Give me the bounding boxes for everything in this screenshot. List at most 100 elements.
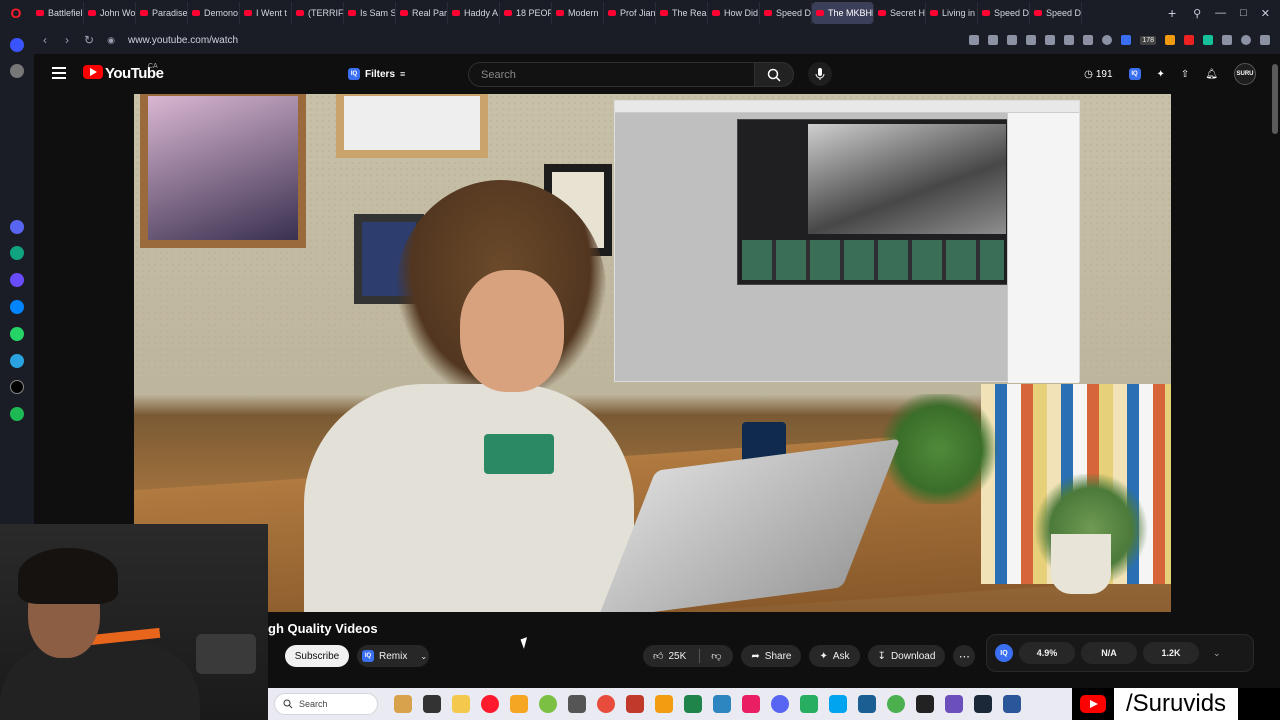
search-button[interactable] — [754, 62, 794, 87]
edit-icon[interactable] — [969, 35, 980, 45]
x-icon[interactable] — [10, 380, 24, 394]
filters-button[interactable]: IQ Filters ≡ — [348, 63, 405, 85]
shield-icon[interactable] — [1007, 35, 1018, 45]
browser-tab[interactable]: (TERRIFY — [292, 2, 344, 24]
obs-icon[interactable] — [597, 695, 615, 713]
star-icon[interactable] — [10, 64, 24, 78]
browser-tab[interactable]: Speed D — [760, 2, 812, 24]
steam-icon[interactable] — [974, 695, 992, 713]
new-tab-icon[interactable]: + — [1161, 5, 1183, 21]
extension-icon[interactable] — [1121, 35, 1132, 45]
browser-tab[interactable]: Speed D — [978, 2, 1030, 24]
puzzle-icon[interactable] — [1222, 35, 1232, 45]
widget-icon[interactable] — [394, 695, 412, 713]
whatsapp-icon[interactable] — [10, 327, 24, 341]
play-icon[interactable] — [1026, 35, 1037, 45]
spotify-icon[interactable] — [10, 407, 24, 421]
browser-tab[interactable]: Demono — [188, 2, 240, 24]
browser-tab[interactable]: Paradise — [136, 2, 188, 24]
browser-tab[interactable]: Living in — [926, 2, 978, 24]
browser-tab[interactable]: Real Para — [396, 2, 448, 24]
youtube-ext-icon[interactable] — [1184, 35, 1194, 45]
browser-tab[interactable]: 18 PEOP — [500, 2, 552, 24]
watch-counter[interactable]: ◷ 191 — [1084, 69, 1112, 80]
hamburger-menu-icon[interactable] — [52, 67, 66, 79]
vlc-icon[interactable] — [655, 695, 673, 713]
app-icon[interactable] — [945, 695, 963, 713]
remix-button[interactable]: IQ Remix ⌄ — [357, 645, 429, 667]
browser-tab[interactable]: Prof Jian — [604, 2, 656, 24]
profile-icon[interactable] — [1102, 35, 1113, 45]
minimize-icon[interactable]: — — [1215, 7, 1226, 20]
maximize-icon[interactable]: □ — [1240, 7, 1247, 20]
menu-icon[interactable] — [1064, 35, 1075, 45]
browser-tab[interactable]: The MKBHD — [812, 2, 874, 24]
browser-tab[interactable]: Speed D — [1030, 2, 1082, 24]
x-icon[interactable] — [916, 695, 934, 713]
download-icon[interactable] — [1083, 35, 1094, 45]
app-icon[interactable] — [539, 695, 557, 713]
notifications-bell-icon[interactable]: 🔔︎ — [1205, 69, 1218, 80]
app-icon[interactable] — [742, 695, 760, 713]
bolt-icon[interactable] — [510, 695, 528, 713]
app-icon[interactable] — [1003, 695, 1021, 713]
extension-icon[interactable] — [10, 273, 24, 287]
heart-icon[interactable] — [1045, 35, 1056, 45]
back-icon[interactable]: ‹ — [34, 33, 56, 47]
app-icon[interactable] — [829, 695, 847, 713]
app-icon[interactable] — [626, 695, 644, 713]
home-icon[interactable] — [10, 38, 24, 52]
voice-search-button[interactable] — [808, 62, 832, 86]
like-button[interactable]: 👍︎ 25K 👎︎ — [643, 645, 734, 667]
download-button[interactable]: ↧ Download — [867, 645, 946, 667]
file-explorer-icon[interactable] — [452, 695, 470, 713]
taskbar-search[interactable]: Search — [274, 693, 378, 715]
browser-tab[interactable]: Modern — [552, 2, 604, 24]
browser-tab[interactable]: Haddy A — [448, 2, 500, 24]
aria-icon[interactable] — [10, 220, 24, 234]
search-input[interactable] — [479, 67, 739, 82]
wand-icon[interactable]: ✦ — [1157, 69, 1165, 80]
avatar[interactable]: SURU — [1234, 63, 1256, 85]
browser-tab[interactable]: Is Sam S — [344, 2, 396, 24]
app-icon[interactable] — [713, 695, 731, 713]
iq-menu-icon[interactable]: IQ — [1128, 68, 1141, 80]
browser-tab[interactable]: I Went t — [240, 2, 292, 24]
subscribe-button[interactable]: Subscribe — [285, 645, 349, 667]
iq-icon[interactable]: IQ — [995, 644, 1013, 662]
browser-tab[interactable]: John Wo — [84, 2, 136, 24]
opera-icon[interactable] — [481, 695, 499, 713]
youtube-logo-icon[interactable] — [83, 65, 103, 79]
forward-icon[interactable]: › — [56, 33, 78, 47]
more-icon[interactable] — [1260, 35, 1270, 45]
telegram-icon[interactable] — [10, 354, 24, 368]
extension-badge[interactable]: 178 — [1140, 35, 1156, 45]
account-icon[interactable] — [1241, 35, 1251, 45]
app-icon[interactable] — [800, 695, 818, 713]
more-actions-button[interactable]: ⋯ — [953, 645, 976, 667]
app-icon[interactable] — [684, 695, 702, 713]
grammarly-icon[interactable] — [1203, 35, 1213, 45]
page-scrollbar[interactable] — [1270, 54, 1280, 688]
browser-tab[interactable]: The Real — [656, 2, 708, 24]
app-icon[interactable] — [887, 695, 905, 713]
share-button[interactable]: ➦ Share — [741, 645, 802, 667]
video-player[interactable] — [134, 94, 1171, 612]
app-icon[interactable] — [568, 695, 586, 713]
upload-icon[interactable]: ⇧ — [1181, 69, 1189, 80]
site-info-icon[interactable]: ◉ — [100, 35, 122, 46]
app-icon[interactable] — [858, 695, 876, 713]
camera-icon[interactable] — [988, 35, 999, 45]
close-window-icon[interactable]: ✕ — [1261, 7, 1270, 20]
browser-tab[interactable]: Battlefiel — [32, 2, 84, 24]
thumbs-down-icon[interactable]: 👎︎ — [711, 650, 721, 662]
ask-button[interactable]: ✦ Ask — [809, 645, 860, 667]
task-view-icon[interactable] — [423, 695, 441, 713]
discord-icon[interactable] — [771, 695, 789, 713]
messenger-icon[interactable] — [10, 300, 24, 314]
rss-icon[interactable] — [1165, 35, 1175, 45]
browser-tab[interactable]: Secret H — [874, 2, 926, 24]
opera-menu-icon[interactable]: O — [0, 0, 32, 26]
reload-icon[interactable]: ↻ — [78, 33, 100, 47]
search-tabs-icon[interactable]: ⚲ — [1193, 7, 1201, 20]
